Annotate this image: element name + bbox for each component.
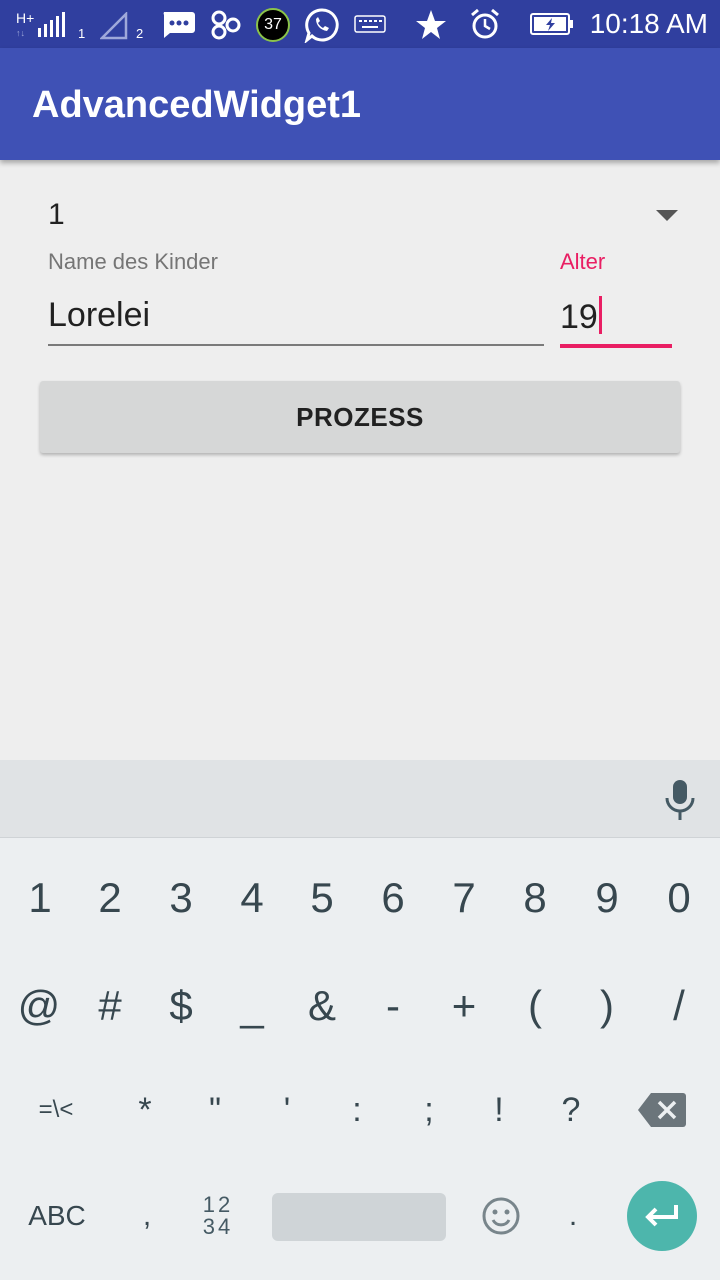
- numpad-bottom-label: 34: [202, 1214, 234, 1239]
- keyboard-icon: [354, 14, 386, 34]
- key-1[interactable]: 1: [5, 858, 75, 938]
- key-period[interactable]: .: [538, 1176, 608, 1256]
- app-bar: AdvancedWidget1: [0, 48, 720, 160]
- key-exclamation[interactable]: !: [464, 1070, 534, 1150]
- key-asterisk[interactable]: *: [110, 1070, 180, 1150]
- enter-arrow-icon: [645, 1205, 678, 1227]
- star-icon: [414, 8, 448, 42]
- name-field-label: Name des Kinder: [48, 249, 218, 274]
- key-slash[interactable]: /: [644, 966, 714, 1046]
- microphone-icon[interactable]: [662, 778, 698, 822]
- child-name-input[interactable]: Lorelei: [48, 290, 544, 346]
- whatsapp-icon: [304, 7, 340, 43]
- key-9[interactable]: 9: [572, 858, 642, 938]
- age-field-label: Alter: [560, 249, 606, 274]
- key-plus[interactable]: +: [429, 966, 499, 1046]
- signal-empty-icon: [100, 12, 130, 40]
- signal-icon: H+ ↑↓: [16, 10, 74, 40]
- battery-charging-icon: [530, 12, 574, 36]
- key-7[interactable]: 7: [429, 858, 499, 938]
- process-button[interactable]: PROZESS: [40, 381, 680, 453]
- key-2[interactable]: 2: [75, 858, 145, 938]
- counter-badge-label: 37: [264, 16, 282, 33]
- key-6[interactable]: 6: [358, 858, 428, 938]
- key-close-paren[interactable]: ): [572, 966, 642, 1046]
- key-0[interactable]: 0: [644, 858, 714, 938]
- key-semicolon[interactable]: ;: [394, 1070, 464, 1150]
- space-bar[interactable]: [272, 1193, 446, 1241]
- app-icon: [210, 10, 242, 40]
- counter-badge-icon: 37: [256, 8, 290, 42]
- sim2-index: 2: [136, 26, 144, 41]
- key-3[interactable]: 3: [146, 858, 216, 938]
- key-underscore[interactable]: _: [217, 966, 287, 1046]
- key-comma[interactable]: ,: [112, 1176, 182, 1256]
- backspace-icon[interactable]: [626, 1070, 698, 1150]
- key-open-paren[interactable]: (: [500, 966, 570, 1046]
- keyboard: 1 2 3 4 5 6 7 8 9 0 @ # $ _ & - + ( ) / …: [0, 838, 720, 1280]
- child-name-value: Lorelei: [48, 296, 151, 334]
- key-5[interactable]: 5: [287, 858, 357, 938]
- svg-text:↑↓: ↑↓: [16, 28, 25, 38]
- age-input[interactable]: 19: [560, 290, 672, 348]
- key-question[interactable]: ?: [536, 1070, 606, 1150]
- key-dollar[interactable]: $: [146, 966, 216, 1046]
- spinner-selected-value: 1: [48, 198, 65, 231]
- age-value: 19: [560, 298, 598, 336]
- keyboard-suggestion-bar: [0, 760, 720, 838]
- key-at[interactable]: @: [4, 966, 74, 1046]
- message-icon: [160, 10, 196, 38]
- numpad-top-label: 12: [202, 1192, 234, 1217]
- key-numpad[interactable]: 12 34: [183, 1176, 253, 1256]
- network-type-label: H+: [16, 10, 34, 26]
- alarm-icon: [468, 7, 502, 41]
- key-8[interactable]: 8: [500, 858, 570, 938]
- status-bar: H+ ↑↓ 1 2 37 10:18 AM: [0, 0, 720, 48]
- app-title: AdvancedWidget1: [32, 84, 362, 126]
- text-cursor: [598, 296, 602, 334]
- key-4[interactable]: 4: [217, 858, 287, 938]
- clock-time: 10:18 AM: [589, 8, 708, 39]
- enter-key[interactable]: [627, 1181, 697, 1251]
- key-double-quote[interactable]: ": [180, 1070, 250, 1150]
- emoji-icon[interactable]: [466, 1176, 536, 1256]
- sim1-index: 1: [78, 26, 86, 41]
- key-single-quote[interactable]: ': [252, 1070, 322, 1150]
- key-ampersand[interactable]: &: [287, 966, 357, 1046]
- number-spinner[interactable]: 1: [32, 184, 688, 248]
- key-abc[interactable]: ABC: [12, 1176, 102, 1256]
- key-hash[interactable]: #: [75, 966, 145, 1046]
- key-more-symbols[interactable]: =\<: [14, 1070, 98, 1150]
- key-minus[interactable]: -: [358, 966, 428, 1046]
- key-colon[interactable]: :: [322, 1070, 392, 1150]
- dropdown-arrow-icon: [656, 210, 678, 221]
